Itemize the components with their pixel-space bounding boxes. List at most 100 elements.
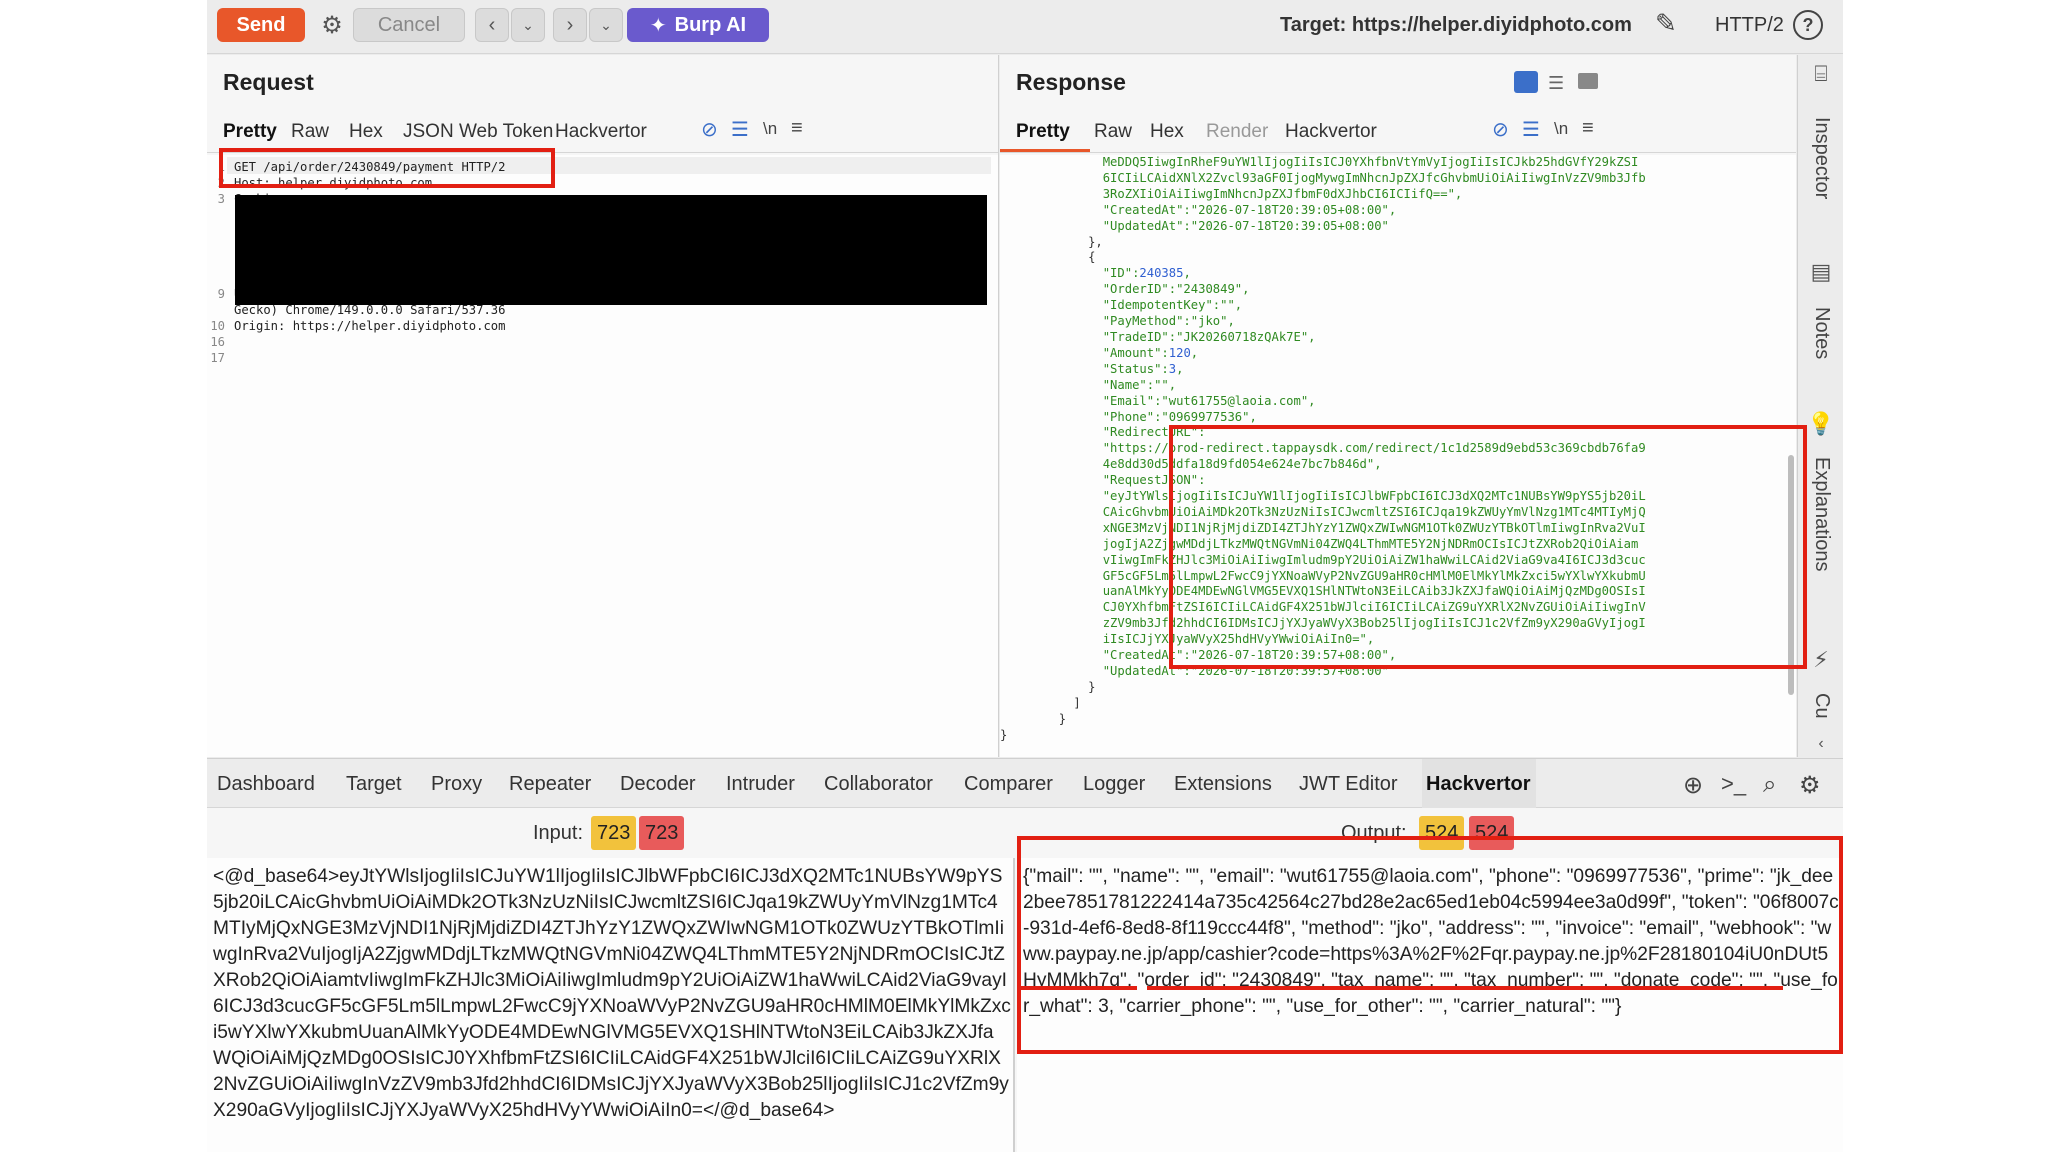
hackvertor-input-area[interactable]: <@d_base64>eyJtYWlsIjogIiIsICJuYW1lIjogI… bbox=[207, 858, 1015, 1152]
search-icon[interactable]: ⌕ bbox=[1763, 771, 1776, 799]
cancel-button[interactable]: Cancel bbox=[353, 8, 465, 42]
hide-eye-icon[interactable]: ⊘ bbox=[1492, 117, 1509, 142]
request-tabs: Pretty Raw Hex JSON Web Token Hackvertor bbox=[207, 113, 998, 153]
request-pane: Request Pretty Raw Hex JSON Web Token Ha… bbox=[207, 55, 999, 757]
wrap-lines-icon[interactable]: ☰ bbox=[1522, 117, 1540, 142]
tab-comparer[interactable]: Comparer bbox=[964, 773, 1053, 796]
tab-extensions[interactable]: Extensions bbox=[1174, 773, 1272, 796]
tab-hackvertor[interactable]: Hackvertor bbox=[1426, 773, 1531, 796]
split-horizontal-view-icon[interactable] bbox=[1514, 71, 1538, 93]
help-icon[interactable]: ? bbox=[1793, 10, 1823, 40]
response-tab-pretty[interactable]: Pretty bbox=[1016, 121, 1070, 143]
response-code-line: "Phone":"0969977536", bbox=[1000, 409, 1257, 424]
active-tab-underline bbox=[1000, 149, 1090, 152]
menu-icon[interactable]: ≡ bbox=[791, 117, 803, 140]
input-label: Input: bbox=[533, 822, 584, 844]
response-tab-raw[interactable]: Raw bbox=[1094, 121, 1132, 143]
annotation-underline-webhook-start bbox=[1021, 986, 1137, 990]
response-editor[interactable]: MeDDQ5IiwgInRheF9uYW1lIjogIiIsICJ0YXhfbn… bbox=[1000, 155, 1796, 757]
notes-panel-toggle[interactable]: ▤ bbox=[1798, 259, 1843, 285]
response-code-line: }, bbox=[1088, 234, 1103, 249]
inspector-label[interactable]: Inspector bbox=[1810, 117, 1833, 199]
notes-label[interactable]: Notes bbox=[1810, 307, 1833, 359]
response-tab-render[interactable]: Render bbox=[1206, 121, 1268, 143]
response-code-line: "Email":"wut61755@laoia.com", bbox=[1000, 393, 1316, 408]
target-label: Target: https://helper.diyidphoto.com bbox=[1280, 14, 1632, 36]
request-tab-hex[interactable]: Hex bbox=[349, 121, 383, 143]
newline-toggle[interactable]: \n bbox=[763, 119, 777, 139]
response-scrollbar[interactable] bbox=[1786, 155, 1796, 695]
request-tab-json-web-token[interactable]: JSON Web Token bbox=[403, 121, 553, 143]
output-length-badge: 524 bbox=[1419, 816, 1465, 850]
newline-toggle[interactable]: \n bbox=[1554, 119, 1568, 139]
explanations-label[interactable]: Explanations bbox=[1810, 457, 1833, 572]
hide-eye-icon[interactable]: ⊘ bbox=[701, 117, 718, 142]
response-code-line: 6ICIiLCAidXNlX2Zvcl93aGF0IjogMywgImNhcnJ… bbox=[1000, 170, 1646, 185]
request-editor[interactable]: 1 2 3 9 10 16 17 GET /api/order/2430849/… bbox=[207, 155, 998, 757]
burp-ai-button[interactable]: ✦ Burp AI bbox=[627, 8, 769, 42]
single-view-icon[interactable] bbox=[1578, 73, 1598, 89]
response-code-line: "ID":240385, bbox=[1000, 266, 1191, 281]
forward-history-chevron-icon[interactable]: ⌄ bbox=[589, 8, 623, 42]
inspector-icon: ⌸ bbox=[1814, 61, 1828, 86]
hackvertor-input-text[interactable]: <@d_base64>eyJtYWlsIjogIiIsICJuYW1lIjogI… bbox=[213, 864, 1011, 1124]
response-code-line: "RequestJSON": bbox=[1000, 473, 1206, 488]
response-tab-hex[interactable]: Hex bbox=[1150, 121, 1184, 143]
hackvertor-output-text[interactable]: {"mail": "", "name": "", "email": "wut61… bbox=[1023, 864, 1841, 1020]
response-code-line: "UpdatedAt":"2026-07-18T20:39:57+08:00" bbox=[1000, 664, 1389, 678]
response-code-line: "OrderID":"2430849", bbox=[1000, 282, 1250, 297]
back-arrow-icon[interactable]: ‹ bbox=[475, 8, 509, 42]
http-version-selector[interactable]: HTTP/2 bbox=[1715, 14, 1784, 37]
response-code-line: "UpdatedAt":"2026-07-18T20:39:05+08:00" bbox=[1000, 218, 1389, 233]
top-toolbar: Send ⚙ Cancel ‹ ⌄ › ⌄ ✦ Burp AI Target: … bbox=[207, 0, 1843, 54]
inspector-panel-toggle[interactable]: ⌸ bbox=[1798, 61, 1843, 87]
response-tabs: Pretty Raw Hex Render Hackvertor bbox=[1000, 113, 1796, 153]
tab-dashboard[interactable]: Dashboard bbox=[217, 773, 315, 796]
response-code-line: jogIjA2ZjgwMDdjLTkzMWQtNGVmNi04ZWQ4LThmM… bbox=[1000, 536, 1639, 551]
tab-proxy[interactable]: Proxy bbox=[431, 773, 482, 796]
redacted-cookie-block bbox=[235, 195, 987, 305]
gear-icon[interactable]: ⚙ bbox=[313, 8, 351, 42]
globe-icon[interactable]: ⊕ bbox=[1683, 771, 1703, 800]
burp-ai-label: Burp AI bbox=[674, 13, 747, 36]
notes-icon: ▤ bbox=[1810, 259, 1832, 284]
hackvertor-panel: Input: 723 723 Output: 524 524 <@d_base6… bbox=[207, 808, 1843, 1152]
tab-decoder[interactable]: Decoder bbox=[620, 773, 696, 796]
tab-repeater[interactable]: Repeater bbox=[509, 773, 591, 796]
hackvertor-output-area[interactable]: {"mail": "", "name": "", "email": "wut61… bbox=[1017, 858, 1843, 1152]
pencil-icon[interactable]: ✎ bbox=[1655, 8, 1677, 39]
settings-gear-icon[interactable]: ⚙ bbox=[1799, 771, 1821, 800]
response-code-line: "CreatedAt":"2026-07-18T20:39:57+08:00", bbox=[1000, 648, 1397, 663]
tool-tabs: Dashboard Target Proxy Repeater Decoder … bbox=[207, 758, 1843, 809]
split-vertical-view-icon[interactable]: ☰ bbox=[1548, 73, 1564, 94]
input-length-badge: 723 bbox=[591, 816, 637, 850]
response-code-line: "eyJtYWlsIjogIiIsICJuYW1lIjogIiIsICJlbWF… bbox=[1000, 489, 1646, 504]
forward-arrow-icon[interactable]: › bbox=[553, 8, 587, 42]
menu-icon[interactable]: ≡ bbox=[1582, 117, 1594, 140]
response-code-line: "Status":3, bbox=[1000, 361, 1184, 376]
response-code-line: CAicGhvbmUiOiAiMDk2OTk3NzUzNiIsICJwcmltZ… bbox=[1000, 504, 1646, 519]
sparkle-icon: ✦ bbox=[649, 14, 667, 37]
request-title: Request bbox=[223, 69, 314, 95]
tab-logger[interactable]: Logger bbox=[1083, 773, 1145, 796]
back-history-chevron-icon[interactable]: ⌄ bbox=[511, 8, 545, 42]
request-tab-pretty[interactable]: Pretty bbox=[223, 121, 277, 143]
wrap-lines-icon[interactable]: ☰ bbox=[731, 117, 749, 142]
terminal-icon[interactable]: >_ bbox=[1721, 771, 1746, 797]
collapse-chevron-icon[interactable]: ‹ bbox=[1798, 735, 1843, 753]
request-tab-hackvertor[interactable]: Hackvertor bbox=[555, 121, 647, 143]
response-code-line: ] bbox=[1073, 695, 1081, 710]
tab-collaborator[interactable]: Collaborator bbox=[824, 773, 933, 796]
cu-label[interactable]: Cu bbox=[1810, 693, 1833, 719]
tab-jwt-editor[interactable]: JWT Editor bbox=[1299, 773, 1398, 796]
response-code-line: "https://prod-redirect.tappaysdk.com/red… bbox=[1000, 441, 1646, 456]
cu-panel-toggle[interactable]: ⚡ bbox=[1798, 647, 1843, 673]
send-button[interactable]: Send bbox=[217, 8, 305, 42]
scrollbar-thumb[interactable] bbox=[1788, 455, 1794, 695]
response-tab-hackvertor[interactable]: Hackvertor bbox=[1285, 121, 1377, 143]
response-code[interactable]: MeDDQ5IiwgInRheF9uYW1lIjogIiIsICJ0YXhfbn… bbox=[1000, 155, 1646, 744]
explanations-panel-toggle[interactable]: 💡 bbox=[1798, 411, 1843, 437]
tab-intruder[interactable]: Intruder bbox=[726, 773, 795, 796]
request-tab-raw[interactable]: Raw bbox=[291, 121, 329, 143]
tab-target[interactable]: Target bbox=[346, 773, 402, 796]
